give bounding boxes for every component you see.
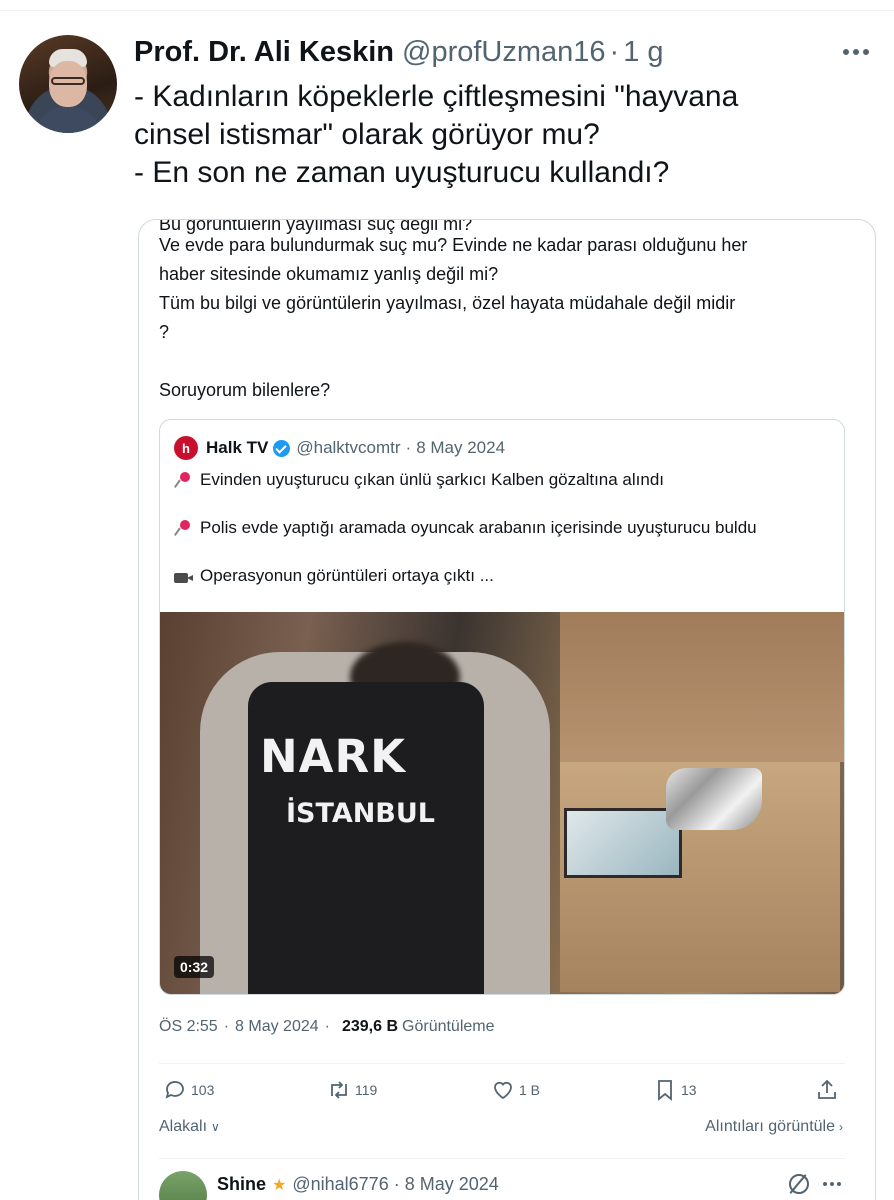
avatar-shirt xyxy=(35,107,101,133)
bookmark-icon xyxy=(658,1080,672,1101)
inner-date[interactable]: 8 May 2024 xyxy=(416,438,505,458)
tweet-text-line: cinsel istismar" olarak görüyor mu? xyxy=(134,118,600,151)
bookmark-button[interactable]: 13 xyxy=(653,1078,697,1102)
inner-tweet-header: h Halk TV @halktvcomtr · 8 May 2024 xyxy=(174,436,505,460)
header-dot: · xyxy=(609,35,620,68)
quoted-text: Ve evde para bulundurmak suç mu? Evinde … xyxy=(159,231,859,405)
pin-icon xyxy=(174,471,192,489)
like-count: 1 B xyxy=(519,1082,541,1098)
like-button[interactable]: 1 B xyxy=(491,1078,540,1102)
tweet-meta: ÖS 2:55 · 8 May 2024 · 239,6 B Görüntüle… xyxy=(159,1018,495,1036)
tweet-header: Prof. Dr. Ali Keskin @profUzman16 · 1 g xyxy=(134,34,664,70)
top-divider xyxy=(0,10,894,11)
verified-icon xyxy=(273,439,291,457)
view-quotes-label: Alıntıları görüntüle xyxy=(705,1118,835,1135)
video-vest xyxy=(248,682,484,994)
quoted-text-line: Soruyorum bilenlere? xyxy=(159,380,331,400)
share-icon xyxy=(818,1079,836,1099)
avatar-glasses xyxy=(51,77,85,85)
quoted-text-line: Ve evde para bulundurmak suç mu? Evinde … xyxy=(159,235,748,255)
tweet-text-line: - Kadınların köpeklerle çiftleşmesini "h… xyxy=(134,80,739,113)
meta-dot: · xyxy=(324,1018,330,1035)
reply-dot: · xyxy=(393,1174,400,1194)
chevron-down-icon: ∨ xyxy=(211,1120,220,1134)
bookmark-count: 13 xyxy=(681,1082,697,1098)
inner-line-1: Evinden uyuşturucu çıkan ünlü şarkıcı Ka… xyxy=(174,468,664,492)
meta-date[interactable]: 8 May 2024 xyxy=(235,1018,319,1036)
video-foil xyxy=(666,768,762,830)
reply-icon xyxy=(165,1081,184,1099)
retweet-count: 119 xyxy=(355,1082,378,1098)
reply-author-handle[interactable]: @nihal6776 xyxy=(292,1174,388,1195)
views-count: 239,6 B xyxy=(341,1018,399,1035)
quoted-tweet-card[interactable]: Bu görüntülerin yayılması suç değil mi? … xyxy=(138,219,876,1200)
reply-more-icon[interactable] xyxy=(823,1182,841,1186)
reply-header: Shine ★ @nihal6776 · 8 May 2024 xyxy=(217,1174,499,1195)
meta-dot: · xyxy=(223,1018,230,1035)
inner-line-text: Operasyonun görüntüleri ortaya çıktı ... xyxy=(200,566,494,585)
author-name[interactable]: Prof. Dr. Ali Keskin xyxy=(134,36,394,69)
action-bar: 103 119 1 B 13 xyxy=(159,1078,845,1104)
inner-quoted-tweet[interactable]: h Halk TV @halktvcomtr · 8 May 2024 Evin… xyxy=(159,419,845,995)
view-quotes-link[interactable]: Alıntıları görüntüle › xyxy=(705,1118,843,1136)
meta-time[interactable]: ÖS 2:55 xyxy=(159,1018,218,1036)
tweet-text: - Kadınların köpeklerle çiftleşmesini "h… xyxy=(134,78,874,192)
reply-button[interactable]: 103 xyxy=(163,1078,214,1102)
inner-author-name[interactable]: Halk TV xyxy=(206,438,268,458)
reply-date[interactable]: 8 May 2024 xyxy=(405,1174,499,1195)
share-button[interactable] xyxy=(815,1078,843,1102)
video-cardboard-lid xyxy=(560,612,844,762)
quoted-text-line: haber sitesinde okumamız yanlış değil mi… xyxy=(159,264,499,284)
related-link[interactable]: Alakalı ∨ xyxy=(159,1118,220,1136)
video-duration: 0:32 xyxy=(174,956,215,978)
heart-icon xyxy=(494,1081,512,1100)
related-label: Alakalı xyxy=(159,1118,208,1135)
inner-line-2: Polis evde yaptığı aramada oyuncak araba… xyxy=(174,516,757,540)
video-vest-text: İSTANBUL xyxy=(286,798,436,829)
meta-divider xyxy=(159,1063,845,1064)
retweet-button[interactable]: 119 xyxy=(327,1078,377,1102)
inner-author-handle[interactable]: @halktvcomtr xyxy=(296,438,400,458)
inner-line-text: Polis evde yaptığı aramada oyuncak araba… xyxy=(200,518,757,537)
reply-actions xyxy=(789,1174,841,1194)
inner-line-text: Evinden uyuşturucu çıkan ünlü şarkıcı Ka… xyxy=(200,470,665,489)
retweet-icon xyxy=(331,1081,347,1099)
tweet-time[interactable]: 1 g xyxy=(623,36,663,69)
reply-author-name[interactable]: Shine xyxy=(217,1174,266,1195)
video-player[interactable]: NARK İSTANBUL 0:32 xyxy=(160,612,844,994)
more-icon[interactable] xyxy=(838,38,874,66)
author-avatar[interactable] xyxy=(19,35,117,133)
author-handle[interactable]: @profUzman16 xyxy=(402,36,606,69)
views-label: Görüntüleme xyxy=(402,1018,495,1035)
chevron-right-icon: › xyxy=(839,1120,843,1134)
reply-avatar[interactable] xyxy=(159,1171,207,1200)
camera-icon xyxy=(174,568,194,584)
halktv-logo-icon[interactable]: h xyxy=(174,436,198,460)
video-vest-logo: NARK xyxy=(260,730,407,783)
inner-line-3: Operasyonun görüntüleri ortaya çıktı ... xyxy=(174,564,494,588)
quoted-text-line: ? xyxy=(159,322,170,342)
quoted-text-line xyxy=(159,347,859,376)
quoted-text-line: Tüm bu bilgi ve görüntülerin yayılması, … xyxy=(159,293,736,313)
grok-icon[interactable] xyxy=(789,1174,809,1194)
reply-count: 103 xyxy=(191,1082,215,1098)
video-package xyxy=(564,808,682,878)
reply-divider xyxy=(159,1158,845,1159)
pin-icon xyxy=(174,519,192,537)
star-icon: ★ xyxy=(272,1176,287,1194)
tweet-text-line: - En son ne zaman uyuşturucu kullandı? xyxy=(134,156,670,189)
inner-dot: · xyxy=(405,438,412,457)
